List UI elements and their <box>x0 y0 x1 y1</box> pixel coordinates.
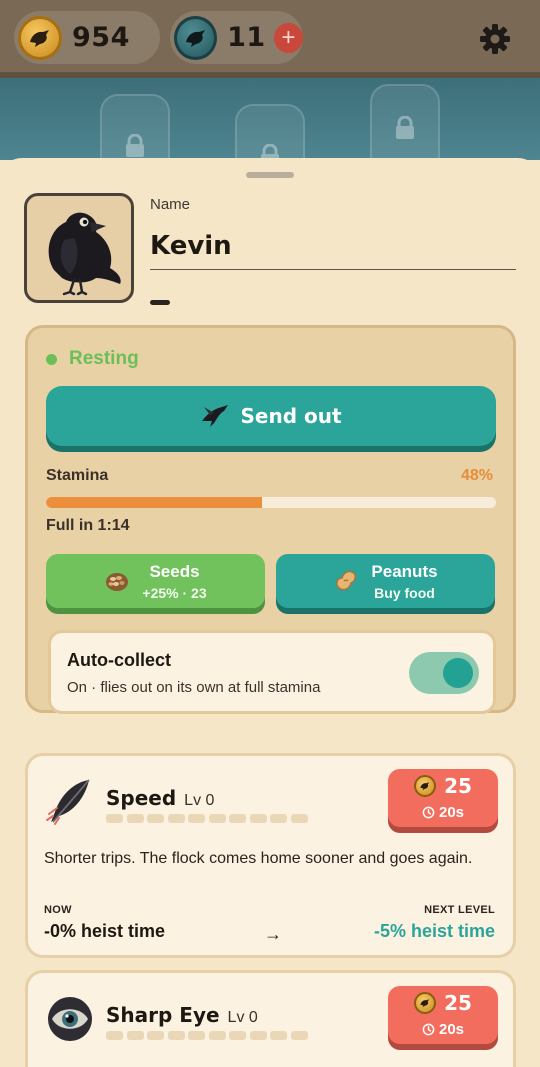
upgrade-time: 20s <box>438 1021 465 1038</box>
flying-crow-icon <box>202 405 229 427</box>
stamina-bar-fill <box>46 497 262 508</box>
coin-count: 954 <box>72 22 130 53</box>
upgrade-name: Sharp Eye Lv 0 <box>106 1003 258 1027</box>
level-pip <box>229 1031 246 1040</box>
coin-counter[interactable]: 954 <box>14 11 160 64</box>
auto-collect-toggle[interactable] <box>409 652 479 694</box>
upgrade-card-speed: Speed Lv 0 25 20s Shorter trips. The floc… <box>25 753 516 958</box>
crow-coin-icon <box>414 775 437 797</box>
level-pip <box>167 814 185 823</box>
now-label: NOW <box>44 904 72 916</box>
locked-slot[interactable] <box>235 104 305 160</box>
level-pip <box>229 814 246 823</box>
eye-icon <box>42 991 98 1047</box>
auto-collect-title: Auto-collect <box>67 650 172 670</box>
gem-count: 11 <box>227 22 266 53</box>
arrow-right-icon: → <box>264 924 282 944</box>
stamina-full-timer: Full in 1:14 <box>46 517 130 534</box>
level-pip <box>290 814 308 823</box>
upgrade-description: Shorter trips. The flock comes home soon… <box>44 850 473 867</box>
upgrade-name: Speed Lv 0 <box>106 786 214 810</box>
level-pip <box>188 814 205 823</box>
status-dot <box>46 353 57 365</box>
level-pip <box>147 814 164 823</box>
level-pip <box>188 1031 205 1040</box>
seeds-icon <box>106 573 129 591</box>
peanuts-title: Peanuts <box>371 561 438 581</box>
level-pip <box>106 1031 123 1040</box>
level-pip <box>167 1031 185 1040</box>
level-pip <box>106 814 123 823</box>
sheet-drag-handle[interactable] <box>246 172 294 178</box>
seeds-subtitle: +25% · 23 <box>142 584 207 601</box>
nest-scene <box>0 78 540 160</box>
upgrade-cost: 25 <box>444 774 472 798</box>
level-pip <box>249 814 267 823</box>
upgrade-level: Lv 0 <box>184 792 215 809</box>
level-pip <box>208 1031 226 1040</box>
upgrade-card-sharp-eye: Sharp Eye Lv 0 25 20s <box>25 970 516 1067</box>
crow-coin-icon <box>18 15 62 60</box>
level-pip <box>249 1031 267 1040</box>
level-pip <box>290 1031 308 1040</box>
peanut-icon <box>336 570 357 591</box>
feather-icon <box>42 774 98 830</box>
upgrade-speed-button[interactable]: 25 20s <box>388 769 498 827</box>
stamina-bar <box>46 497 496 508</box>
crow-detail-sheet: Name Resting Send out Stamina 48% Full i… <box>0 158 540 1067</box>
next-level-value: -5% heist time <box>373 921 495 941</box>
add-gems-button[interactable]: + <box>273 22 303 53</box>
lock-icon <box>124 133 146 160</box>
stamina-label: Stamina <box>46 467 109 484</box>
peanuts-subtitle: Buy food <box>374 584 435 601</box>
auto-collect-card: Auto-collect On · flies out on its own a… <box>48 630 496 714</box>
crow-token-icon <box>174 15 218 60</box>
name-indicator <box>150 300 170 305</box>
auto-collect-description: On · flies out on its own at full stamin… <box>67 679 321 696</box>
clock-icon <box>422 806 435 819</box>
level-pip <box>147 1031 164 1040</box>
upgrade-cost: 25 <box>444 991 472 1015</box>
next-level-label: NEXT LEVEL <box>424 904 495 916</box>
level-pip <box>126 1031 144 1040</box>
gear-icon[interactable] <box>478 22 512 56</box>
lock-icon <box>394 115 416 160</box>
peanuts-button[interactable]: Peanuts Buy food <box>276 554 495 608</box>
level-pips <box>106 814 311 823</box>
locked-slot[interactable] <box>100 94 170 160</box>
crow-name-field[interactable] <box>150 222 516 270</box>
gem-counter[interactable]: 11 + <box>170 11 303 64</box>
level-pip <box>270 814 287 823</box>
toggle-knob <box>443 658 473 688</box>
crow-avatar <box>24 193 134 303</box>
level-pip <box>126 814 144 823</box>
now-value: -0% heist time <box>44 921 166 941</box>
locked-slot[interactable] <box>370 84 440 160</box>
upgrade-sharp-eye-button[interactable]: 25 20s <box>388 986 498 1044</box>
level-pip <box>208 814 226 823</box>
upgrade-title: Speed <box>106 786 177 810</box>
status-card: Resting Send out Stamina 48% Full in 1:1… <box>25 325 516 714</box>
seeds-button[interactable]: Seeds +25% · 23 <box>46 554 265 608</box>
level-pips <box>106 1031 311 1040</box>
upgrade-level: Lv 0 <box>227 1009 258 1026</box>
name-label: Name <box>150 196 191 213</box>
send-out-label: Send out <box>240 404 342 428</box>
send-out-button[interactable]: Send out <box>46 386 496 446</box>
stamina-percent: 48% <box>460 467 493 484</box>
top-bar: 954 11 + <box>0 0 540 78</box>
status-indicator: Resting <box>46 348 139 370</box>
status-text: Resting <box>69 348 139 369</box>
seeds-title: Seeds <box>149 561 200 581</box>
crow-coin-icon <box>414 992 437 1014</box>
upgrade-time: 20s <box>438 804 465 821</box>
clock-icon <box>422 1023 435 1036</box>
upgrade-title: Sharp Eye <box>106 1003 220 1027</box>
level-pip <box>270 1031 287 1040</box>
